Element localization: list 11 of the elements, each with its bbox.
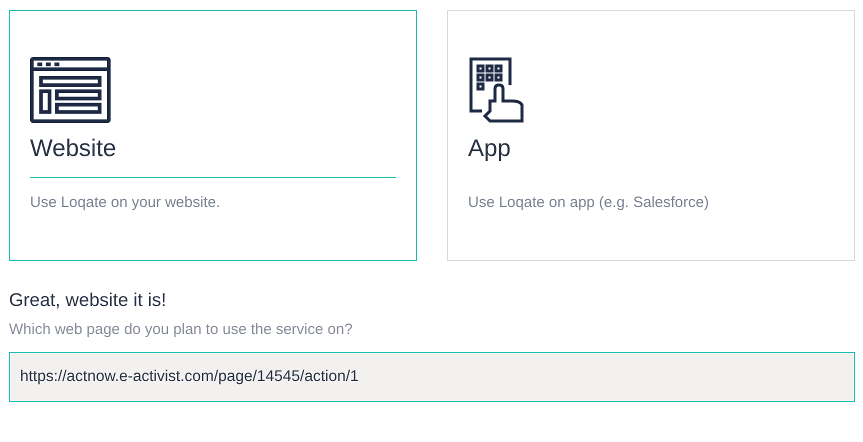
option-description: Use Loqate on your website. [30, 194, 222, 211]
option-description: Use Loqate on app (e.g. Salesforce) [468, 194, 710, 211]
option-title: Website [30, 134, 118, 164]
option-title: App [468, 134, 512, 164]
keypad-touch-icon [468, 57, 524, 123]
option-card[interactable]: App Use Loqate on app (e.g. Salesforce) [447, 10, 855, 261]
url-input-field[interactable]: https://actnow.e-activist.com/page/14545/action/1 [9, 352, 855, 402]
browser-window-icon [30, 57, 111, 123]
question-text: Which web page do you plan to use the service on? [9, 321, 354, 338]
option-card[interactable]: Website Use Loqate on your website. [9, 10, 417, 261]
confirmation-heading: Great, website it is! [9, 289, 168, 311]
